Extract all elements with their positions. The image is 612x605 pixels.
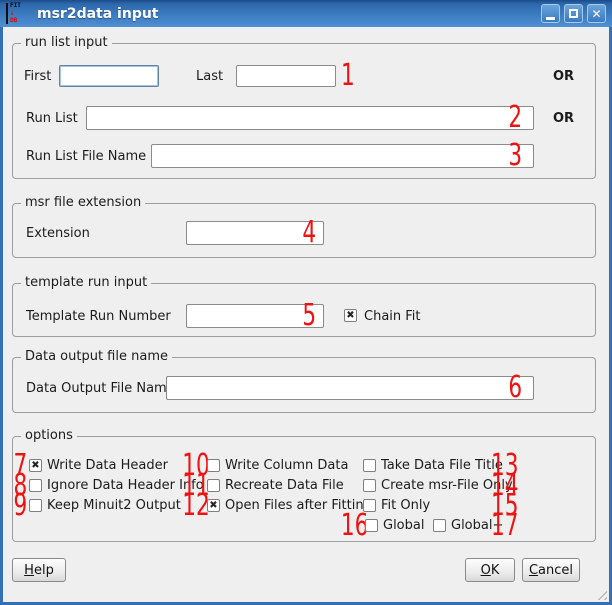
recreate-data-file-label: Recreate Data File (225, 476, 344, 496)
write-column-data-label: Write Column Data (225, 456, 348, 476)
options-row-4: 16 Global Global+ 17 (13, 516, 595, 536)
extension-group-title: msr file extension (21, 195, 145, 210)
run-list-file-name-label: Run List File Name (26, 144, 146, 168)
annotation-6: 6 (508, 372, 522, 404)
cancel-button-accel: C (529, 563, 538, 578)
help-button-accel: H (24, 563, 34, 578)
ok-button[interactable]: OK (465, 558, 515, 582)
take-data-file-title-checkbox[interactable] (363, 459, 376, 472)
or-label-row1: OR (553, 65, 574, 87)
first-run-input[interactable] (59, 65, 159, 87)
last-label: Last (196, 65, 223, 87)
chain-fit-label: Chain Fit (364, 304, 421, 328)
msr2data-dialog: FIT ↓ DB msr2data input ✕ run list input… (0, 0, 612, 605)
data-output-file-name-label: Data Output File Name (26, 376, 175, 400)
keep-minuit2-output-label: Keep Minuit2 Output (47, 496, 181, 516)
help-button-label: elp (34, 563, 54, 578)
ignore-data-header-info-label: Ignore Data Header Info (47, 476, 204, 496)
window-title: msr2data input (37, 6, 159, 22)
annotation-16: 16 (341, 510, 361, 542)
annotation-1: 1 (341, 60, 355, 92)
annotation-4: 4 (302, 217, 316, 249)
app-icon-db-text: DB (10, 18, 30, 24)
ok-button-accel: O (481, 563, 491, 578)
msr-file-extension-group: msr file extension Extension 4 (12, 203, 596, 258)
global-label: Global (383, 516, 424, 536)
options-group-title: options (21, 428, 77, 443)
create-msr-file-only-checkbox[interactable] (363, 479, 376, 492)
ok-button-label: K (491, 563, 500, 578)
run-list-file-name-input[interactable] (151, 144, 534, 168)
extension-label: Extension (26, 221, 90, 245)
minimize-icon (546, 17, 555, 20)
app-icon: FIT ↓ DB (6, 3, 30, 24)
help-button[interactable]: Help (12, 558, 66, 582)
run-list-input-group: run list input First Last 1 OR Run List … (12, 43, 596, 179)
annotation-2: 2 (508, 102, 522, 134)
global-checkbox[interactable] (365, 519, 378, 532)
app-icon-arrow: ↓ (10, 11, 30, 16)
or-label-row2: OR (553, 106, 574, 130)
close-icon: ✕ (591, 8, 601, 20)
write-data-header-checkbox[interactable]: ✖ (29, 459, 42, 472)
cancel-button-label: ancel (538, 563, 573, 578)
fit-only-label: Fit Only (381, 496, 430, 516)
title-bar[interactable]: FIT ↓ DB msr2data input ✕ (0, 0, 612, 27)
open-files-after-fitting-checkbox[interactable]: ✖ (207, 499, 220, 512)
run-list-group-title: run list input (21, 35, 112, 50)
run-list-label: Run List (26, 106, 78, 130)
maximize-button[interactable] (564, 4, 583, 23)
close-button[interactable]: ✕ (587, 4, 606, 23)
template-run-number-label: Template Run Number (26, 304, 171, 328)
data-output-file-name-group: Data output file name Data Output File N… (12, 357, 596, 413)
template-run-input-group: template run input Template Run Number 5… (12, 283, 596, 337)
minimize-button[interactable] (541, 4, 560, 23)
ignore-data-header-info-checkbox[interactable] (29, 479, 42, 492)
cancel-button[interactable]: Cancel (522, 558, 580, 582)
keep-minuit2-output-checkbox[interactable] (29, 499, 42, 512)
write-data-header-label: Write Data Header (47, 456, 168, 476)
maximize-icon (569, 9, 578, 18)
last-run-input[interactable] (236, 65, 336, 87)
take-data-file-title-label: Take Data File Title (381, 456, 503, 476)
options-group: options 7 ✖ Write Data Header 10 Write C… (12, 436, 596, 542)
output-group-title: Data output file name (21, 349, 172, 364)
first-label: First (24, 65, 51, 87)
chain-fit-checkbox[interactable]: ✖ (344, 309, 357, 322)
data-output-file-name-input[interactable] (166, 376, 534, 400)
annotation-3: 3 (508, 140, 522, 172)
template-group-title: template run input (21, 275, 151, 290)
run-list-input[interactable] (86, 106, 534, 130)
global-plus-checkbox[interactable] (433, 519, 446, 532)
annotation-17: 17 (491, 510, 518, 542)
dialog-content: run list input First Last 1 OR Run List … (3, 27, 609, 602)
annotation-5: 5 (302, 300, 316, 332)
resize-grip[interactable] (594, 587, 607, 600)
